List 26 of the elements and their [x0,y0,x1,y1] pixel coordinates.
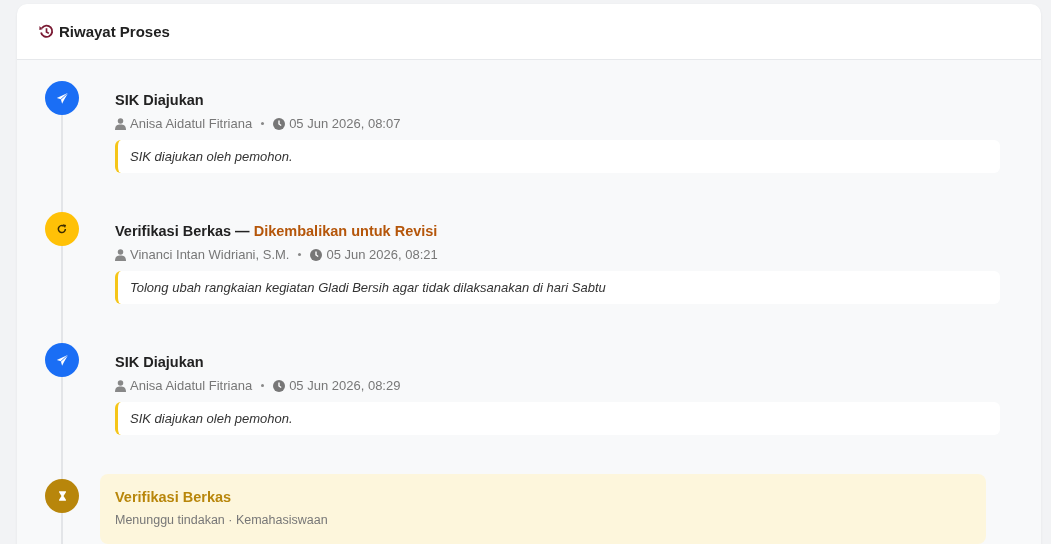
user-name: Vinanci Intan Widriani, S.M. [130,247,290,262]
paper-plane-icon [45,343,79,377]
user-icon [115,379,126,392]
history-icon [39,24,54,39]
event-title: SIK Diajukan [115,92,205,108]
user-name: Anisa Aidatul Fitriana [130,116,253,131]
clock-icon [273,117,286,130]
note-text: SIK diajukan oleh pemohon. [115,140,1000,173]
card-title: Riwayat Proses [59,23,170,40]
timestamp: 05 Jun 2026, 08:29 [289,378,401,393]
user-name: Anisa Aidatul Fitriana [130,378,253,393]
event-title: Verifikasi Berkas — Dikembalikan untuk Revisi [115,223,439,239]
hourglass-icon [45,479,79,513]
user-icon [115,117,126,130]
redo-icon [45,212,79,246]
step-title: Verifikasi Berkas [115,489,233,505]
timestamp: 05 Jun 2026, 08:07 [289,116,401,131]
note-text: SIK diajukan oleh pemohon. [115,402,1000,435]
step-status: Menunggu tindakan · Kemahasiswaan [115,513,329,527]
timestamp: 05 Jun 2026, 08:21 [326,247,438,262]
event-title: SIK Diajukan [115,354,205,370]
user-icon [115,248,126,261]
note-text: Tolong ubah rangkaian kegiatan Gladi Bersih agar tidak dilaksanakan di hari Sabtu [115,271,1000,304]
paper-plane-icon [45,81,79,115]
clock-icon [273,379,286,392]
clock-icon [310,248,323,261]
